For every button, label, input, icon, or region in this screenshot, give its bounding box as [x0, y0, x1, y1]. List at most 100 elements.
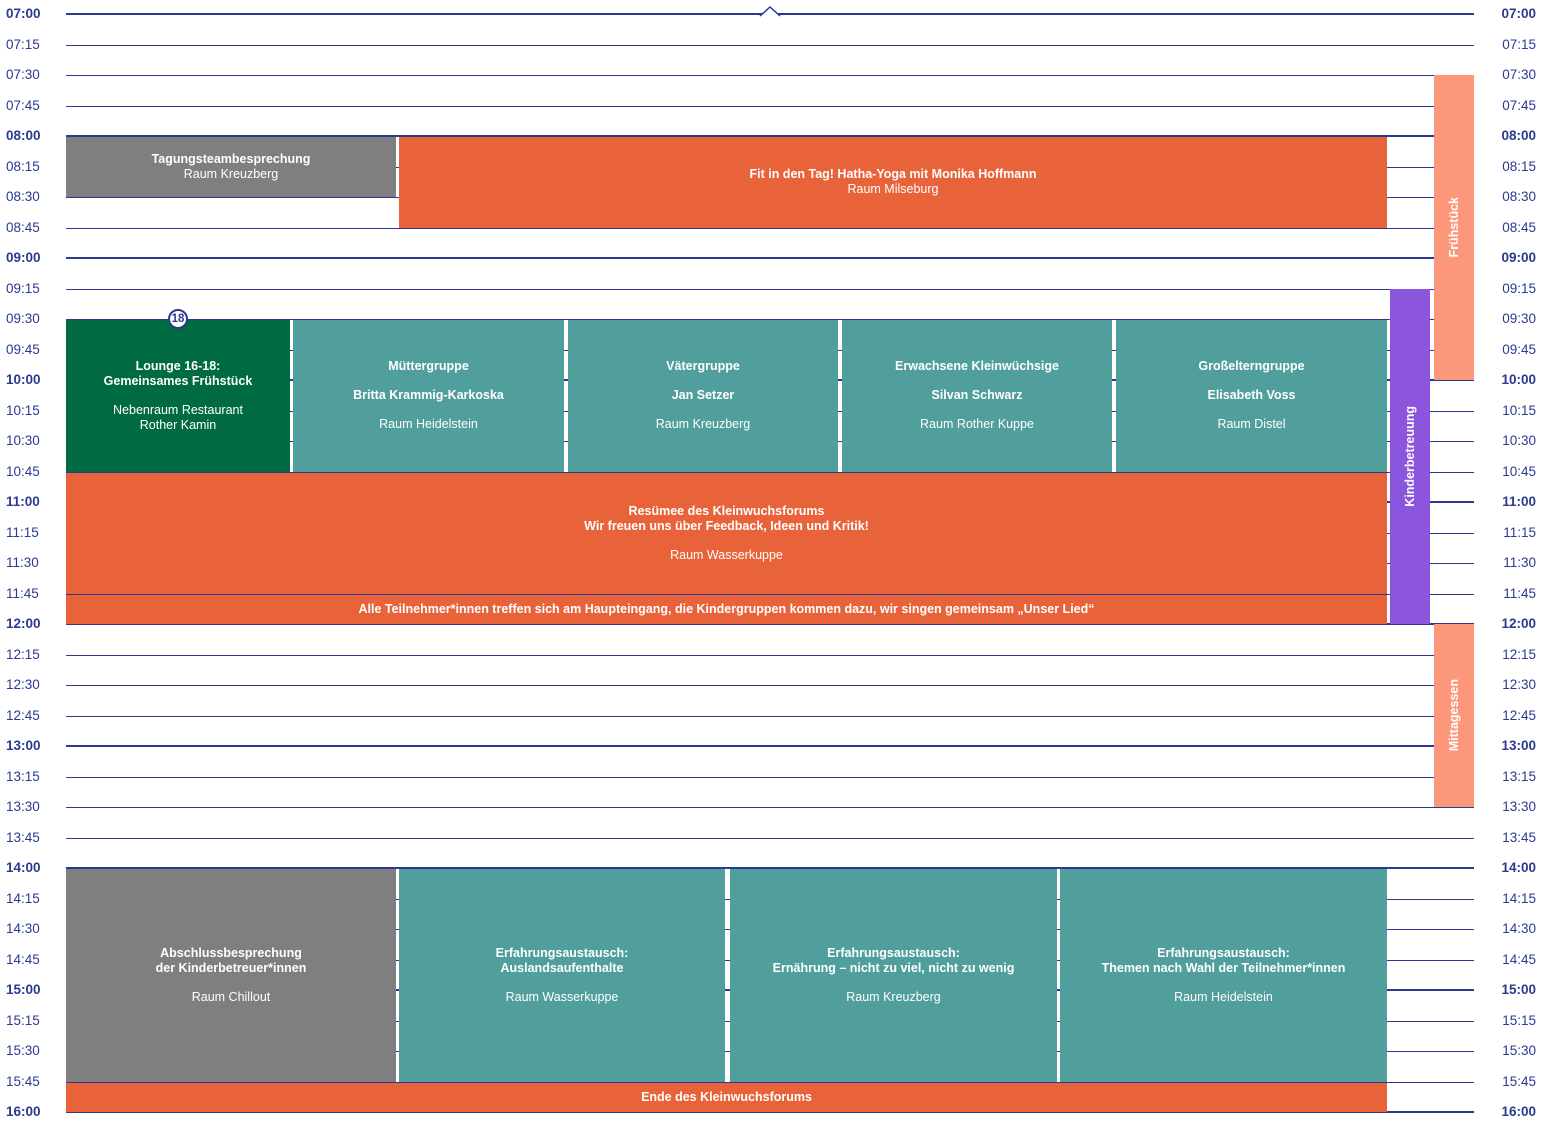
event-block[interactable]: Fit in den Tag! Hatha-Yoga mit Monika Ho… — [399, 137, 1387, 228]
time-label-left: 12:30 — [6, 677, 40, 692]
time-gridline — [66, 75, 1474, 76]
time-label-right: 12:15 — [1502, 646, 1536, 662]
time-label-left: 08:30 — [6, 189, 40, 204]
sidebar-label: Kinderbetreuung — [1403, 405, 1417, 507]
time-label-left: 15:30 — [6, 1043, 40, 1058]
event-block[interactable]: Erfahrungsaustausch: Ernährung – nicht z… — [730, 869, 1057, 1082]
time-label-left: 07:15 — [6, 36, 40, 52]
event-title: Alle Teilnehmer*innen treffen sich am Ha… — [358, 601, 1095, 616]
time-label-right: 07:15 — [1502, 36, 1536, 52]
time-label-right: 12:00 — [1501, 616, 1536, 631]
event-title: Fit in den Tag! Hatha-Yoga mit Monika Ho… — [749, 167, 1037, 182]
event-block[interactable]: Ende des Kleinwuchsforums — [66, 1082, 1387, 1112]
sidebar-label: Mittagessen — [1447, 679, 1461, 752]
event-block[interactable]: Tagungsteambesprechung Raum Kreuzberg — [66, 137, 396, 197]
time-label-left: 13:00 — [6, 738, 41, 753]
time-label-left: 11:30 — [6, 555, 39, 570]
time-label-left: 15:00 — [6, 982, 41, 997]
event-room: Raum Chillout — [191, 989, 271, 1004]
time-label-right: 13:45 — [1502, 829, 1536, 845]
time-label-left: 13:45 — [6, 829, 40, 845]
time-label-right: 11:45 — [1503, 585, 1536, 601]
time-label-left: 09:00 — [6, 250, 41, 265]
time-label-right: 15:00 — [1501, 982, 1536, 997]
event-title: Erwachsene Kleinwüchsige — [895, 359, 1059, 374]
time-gridline — [66, 745, 1474, 747]
event-block[interactable]: Resümee des Kleinwuchsforums Wir freuen … — [66, 472, 1387, 594]
time-label-left: 11:00 — [6, 494, 40, 509]
event-title: Tagungsteambesprechung — [151, 152, 311, 166]
lounge-number-badge: 18 — [168, 309, 188, 329]
time-label-left: 09:15 — [6, 280, 40, 296]
time-gridline — [66, 288, 1474, 290]
time-label-left: 15:45 — [6, 1073, 40, 1089]
time-label-right: 11:15 — [1503, 524, 1536, 540]
event-title: Müttergruppe — [388, 359, 469, 374]
event-block[interactable]: Erwachsene Kleinwüchsige Silvan Schwarz Ra… — [842, 320, 1112, 472]
event-title: Resümee des Kleinwuchsforums Wir freuen … — [584, 503, 869, 533]
time-label-left: 10:45 — [6, 463, 40, 479]
time-label-right: 07:45 — [1502, 97, 1536, 113]
time-label-right: 15:30 — [1502, 1043, 1536, 1058]
time-label-right: 10:30 — [1502, 433, 1536, 448]
event-block[interactable]: Abschlussbesprechung der Kinderbetreuer*… — [66, 869, 396, 1082]
time-gridline — [66, 807, 1474, 808]
event-title: Abschlussbesprechung der Kinderbetreuer*… — [155, 945, 307, 975]
event-title: Vätergruppe — [666, 359, 740, 374]
event-block[interactable]: Müttergruppe Britta Krammig-Karkoska Raum … — [293, 320, 564, 472]
event-person: Elisabeth Voss — [1207, 388, 1296, 403]
sidebar-block[interactable]: Mittagessen — [1434, 624, 1474, 807]
event-room: Raum Kreuzberg — [846, 989, 941, 1004]
time-gridline — [66, 257, 1474, 259]
event-room: Raum Heidelstein — [1174, 989, 1273, 1004]
event-block[interactable]: Alle Teilnehmer*innen treffen sich am Ha… — [66, 594, 1387, 624]
event-room: Raum Kreuzberg — [183, 167, 279, 181]
time-gridline — [66, 654, 1474, 656]
time-label-right: 12:30 — [1502, 677, 1536, 692]
time-label-right: 08:00 — [1501, 128, 1536, 143]
event-room: Raum Distel — [1217, 417, 1286, 432]
time-label-right: 14:00 — [1501, 860, 1536, 875]
sidebar-block[interactable]: Kinderbetreuung — [1390, 288, 1430, 624]
time-label-right: 08:30 — [1502, 189, 1536, 204]
event-block[interactable]: Lounge 16-18: Gemeinsames Frühstück Neben… — [66, 320, 290, 472]
event-room: Raum Wasserkuppe — [670, 547, 783, 562]
time-label-left: 10:15 — [6, 402, 40, 418]
event-room: Raum Milseburg — [847, 182, 939, 197]
time-label-right: 08:45 — [1502, 219, 1536, 235]
time-gridline — [66, 44, 1474, 46]
time-label-right: 08:15 — [1502, 158, 1536, 174]
time-label-left: 12:15 — [6, 646, 40, 662]
event-title: Erfahrungsaustausch: Themen nach Wahl de… — [1101, 945, 1346, 975]
time-gridline — [66, 105, 1474, 107]
time-label-left: 08:00 — [6, 128, 41, 143]
event-block[interactable]: Erfahrungsaustausch: Auslandsaufenthalte… — [399, 869, 725, 1082]
time-gridline — [66, 685, 1474, 686]
time-label-left: 07:45 — [6, 97, 40, 113]
time-label-left: 16:00 — [6, 1104, 41, 1119]
collapse-caret-icon[interactable] — [758, 5, 782, 19]
time-label-right: 10:15 — [1502, 402, 1536, 418]
time-label-left: 14:45 — [6, 951, 40, 967]
time-label-left: 14:15 — [6, 890, 40, 906]
time-gridline — [66, 715, 1474, 717]
time-label-left: 08:15 — [6, 158, 40, 174]
event-block[interactable]: Erfahrungsaustausch: Themen nach Wahl de… — [1060, 869, 1387, 1082]
event-block[interactable]: Großelterngruppe Elisabeth Voss Raum Diste… — [1116, 320, 1387, 472]
time-label-right: 14:30 — [1502, 921, 1536, 936]
time-label-right: 13:30 — [1502, 799, 1536, 814]
event-room: Raum Wasserkuppe — [505, 989, 619, 1004]
time-label-left: 08:45 — [6, 219, 40, 235]
time-gridline — [66, 776, 1474, 778]
time-label-left: 14:00 — [6, 860, 41, 875]
time-label-left: 13:15 — [6, 768, 40, 784]
time-label-right: 16:00 — [1501, 1104, 1536, 1119]
time-label-right: 09:00 — [1501, 250, 1536, 265]
time-label-right: 15:45 — [1502, 1073, 1536, 1089]
time-label-right: 11:00 — [1502, 494, 1536, 509]
event-block[interactable]: Vätergruppe Jan Setzer Raum Kreuzberg — [568, 320, 838, 472]
time-label-left: 10:30 — [6, 433, 40, 448]
sidebar-block[interactable]: Frühstück — [1434, 75, 1474, 380]
time-label-left: 15:15 — [6, 1012, 40, 1028]
event-person: Britta Krammig-Karkoska — [353, 388, 504, 403]
